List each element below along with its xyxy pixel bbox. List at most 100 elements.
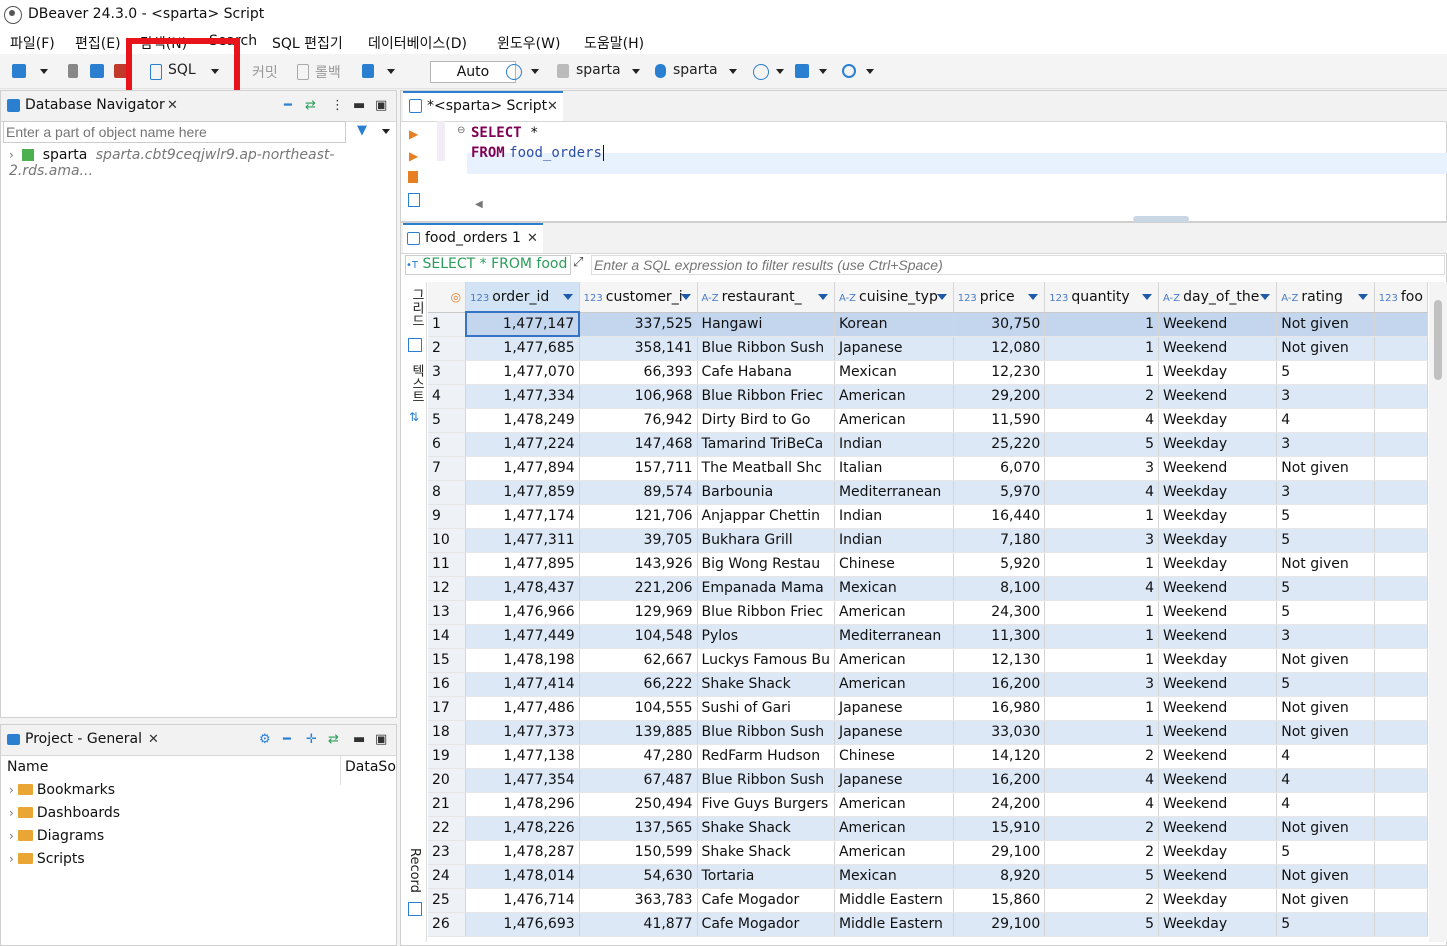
column-filter-icon[interactable]: [817, 294, 828, 300]
results-grid[interactable]: ◎ 123 order_id 123 customer_i A-Z restaurant_…: [428, 282, 1428, 942]
table-cell[interactable]: Not given: [1276, 696, 1375, 721]
table-row[interactable]: 16 1,477,414 66,222 Shake Shack American 16,2…: [428, 672, 1428, 697]
table-cell[interactable]: 25,220: [953, 432, 1046, 457]
table-cell[interactable]: 1,477,486: [465, 696, 580, 721]
column-filter-icon[interactable]: [936, 294, 947, 300]
column-filter-icon[interactable]: [1260, 294, 1271, 300]
table-cell[interactable]: 1,478,014: [465, 864, 580, 889]
table-cell[interactable]: [1374, 456, 1428, 481]
column-header-6[interactable]: A-Z day_of_the: [1158, 282, 1278, 313]
table-cell[interactable]: [1374, 336, 1428, 361]
table-row[interactable]: 1 1,477,147 337,525 Hangawi Korean 30,750 1 Wee…: [428, 311, 1428, 337]
results-tab[interactable]: food_orders 1 ✕: [403, 223, 543, 253]
column-header-2[interactable]: A-Z restaurant_: [697, 282, 835, 313]
table-cell[interactable]: Weekday: [1158, 408, 1278, 433]
table-cell[interactable]: 363,783: [579, 888, 698, 913]
table-cell[interactable]: [1374, 888, 1428, 913]
table-cell[interactable]: 16,440: [953, 504, 1046, 529]
new-connection-icon[interactable]: [12, 64, 26, 78]
table-row[interactable]: 20 1,477,354 67,487 Blue Ribbon Sush Japanes…: [428, 768, 1428, 793]
table-cell[interactable]: 104,555: [579, 696, 698, 721]
row-number-cell[interactable]: 1: [428, 312, 467, 337]
expand-filter-icon[interactable]: ⤢: [573, 255, 583, 270]
table-cell[interactable]: 1: [1044, 720, 1160, 745]
table-cell[interactable]: 1,476,966: [465, 600, 580, 625]
execute-statement-icon[interactable]: ▶: [409, 127, 418, 141]
table-row[interactable]: 19 1,477,138 47,280 RedFarm Hudson Chinese 14…: [428, 744, 1428, 769]
table-cell[interactable]: Cafe Mogador: [697, 912, 835, 937]
table-cell[interactable]: American: [834, 816, 954, 841]
table-cell[interactable]: Anjappar Chettin: [697, 504, 835, 529]
table-cell[interactable]: 11,300: [953, 624, 1046, 649]
table-cell[interactable]: [1374, 360, 1428, 385]
table-cell[interactable]: 4: [1044, 576, 1160, 601]
table-cell[interactable]: Not given: [1276, 336, 1375, 361]
table-cell[interactable]: Weekend: [1158, 816, 1278, 841]
menu-sql-editor[interactable]: SQL 편집기: [272, 33, 343, 53]
table-cell[interactable]: 33,030: [953, 720, 1046, 745]
execute-script-icon[interactable]: ▶: [409, 149, 418, 163]
table-cell[interactable]: 54,630: [579, 864, 698, 889]
expand-chevron-icon[interactable]: ›: [9, 148, 14, 162]
sql-line-1[interactable]: SELECT *: [471, 125, 538, 141]
table-cell[interactable]: 12,130: [953, 648, 1046, 673]
table-cell[interactable]: Weekday: [1158, 504, 1278, 529]
row-number-header[interactable]: ◎: [428, 282, 467, 313]
table-cell[interactable]: Mexican: [834, 864, 954, 889]
table-row[interactable]: 21 1,478,296 250,494 Five Guys Burgers Ameri…: [428, 792, 1428, 817]
project-maximize-icon[interactable]: ▣: [375, 732, 387, 747]
table-cell[interactable]: Indian: [834, 504, 954, 529]
table-cell[interactable]: Chinese: [834, 744, 954, 769]
transaction-dropdown-icon[interactable]: [387, 69, 395, 74]
table-cell[interactable]: 2: [1044, 840, 1160, 865]
table-row[interactable]: 17 1,477,486 104,555 Sushi of Gari Japanese 1…: [428, 696, 1428, 721]
table-cell[interactable]: 29,200: [953, 384, 1046, 409]
table-cell[interactable]: Weekend: [1158, 744, 1278, 769]
text-view-tab[interactable]: 텍스트: [407, 364, 426, 403]
table-cell[interactable]: 5: [1276, 360, 1375, 385]
table-cell[interactable]: American: [834, 408, 954, 433]
table-cell[interactable]: 2: [1044, 816, 1160, 841]
table-cell[interactable]: 5,970: [953, 480, 1046, 505]
table-cell[interactable]: 1,477,174: [465, 504, 580, 529]
table-cell[interactable]: 29,100: [953, 840, 1046, 865]
table-cell[interactable]: 1,476,693: [465, 912, 580, 937]
table-cell[interactable]: 5: [1276, 504, 1375, 529]
transaction-mode-icon[interactable]: [362, 64, 374, 78]
project-item-scripts[interactable]: › Scripts: [9, 851, 85, 867]
table-cell[interactable]: Weekend: [1158, 792, 1278, 817]
table-cell[interactable]: [1374, 576, 1428, 601]
row-number-cell[interactable]: 11: [428, 552, 467, 577]
table-cell[interactable]: 1: [1044, 312, 1160, 337]
table-cell[interactable]: Weekday: [1158, 840, 1278, 865]
table-cell[interactable]: 221,206: [579, 576, 698, 601]
table-cell[interactable]: 4: [1044, 480, 1160, 505]
table-cell[interactable]: 24,200: [953, 792, 1046, 817]
search-dropdown-icon[interactable]: [866, 69, 874, 74]
table-cell[interactable]: 1,478,437: [465, 576, 580, 601]
grid-scroll-thumb[interactable]: [1434, 300, 1442, 380]
table-cell[interactable]: 67,487: [579, 768, 698, 793]
navigator-filter-input[interactable]: [3, 121, 346, 143]
table-cell[interactable]: 4: [1276, 408, 1375, 433]
table-cell[interactable]: 76,942: [579, 408, 698, 433]
select-all-icon[interactable]: ◎: [451, 290, 461, 304]
row-number-cell[interactable]: 16: [428, 672, 467, 697]
column-header-1[interactable]: 123 customer_i: [579, 282, 698, 313]
table-row[interactable]: 22 1,478,226 137,565 Shake Shack American 15,…: [428, 816, 1428, 841]
table-cell[interactable]: 4: [1044, 408, 1160, 433]
table-cell[interactable]: [1374, 552, 1428, 577]
table-cell[interactable]: Blue Ribbon Friec: [697, 600, 835, 625]
table-cell[interactable]: Sushi of Gari: [697, 696, 835, 721]
schema-selector[interactable]: sparta: [673, 62, 718, 78]
table-cell[interactable]: Weekend: [1158, 576, 1278, 601]
menu-file[interactable]: 파일(F): [10, 33, 55, 53]
table-cell[interactable]: Luckys Famous Bu: [697, 648, 835, 673]
table-cell[interactable]: Weekend: [1158, 672, 1278, 697]
table-cell[interactable]: Tortaria: [697, 864, 835, 889]
row-number-cell[interactable]: 5: [428, 408, 467, 433]
table-cell[interactable]: 5: [1276, 600, 1375, 625]
table-cell[interactable]: 1,477,138: [465, 744, 580, 769]
table-cell[interactable]: Bukhara Grill: [697, 528, 835, 553]
table-cell[interactable]: 1,478,296: [465, 792, 580, 817]
